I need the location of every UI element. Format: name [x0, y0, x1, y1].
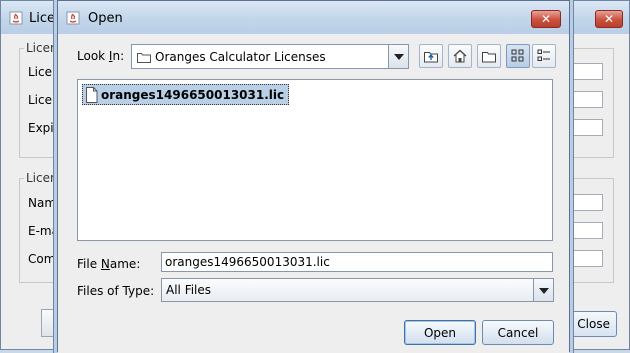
company-label: Company: [28, 252, 60, 266]
file-list[interactable]: oranges1496650013031.lic: [77, 79, 553, 241]
license-field-1[interactable]: [573, 63, 603, 80]
company-field[interactable]: [573, 250, 603, 267]
up-one-level-icon: [424, 52, 438, 63]
open-button[interactable]: Open: [404, 320, 476, 345]
open-dialog-body: Look In: Oranges Calculator Licenses ora…: [58, 34, 569, 353]
list-view-button[interactable]: [506, 44, 530, 68]
license-label-2: License: [28, 93, 60, 107]
java-app-icon: [66, 11, 80, 28]
files-of-type-label: Files of Type:: [77, 284, 155, 298]
file-name-input[interactable]: [161, 252, 553, 272]
email-field[interactable]: [573, 222, 603, 239]
details-view-icon: [537, 49, 550, 61]
expiration-label: Expiration: [28, 121, 60, 135]
home-icon: [453, 49, 467, 63]
email-label: E-mail: [28, 224, 60, 238]
file-name-label: File Name:: [77, 257, 141, 271]
look-in-dropdown[interactable]: Oranges Calculator Licenses: [131, 44, 409, 69]
open-dialog-titlebar[interactable]: Open ✕: [58, 1, 569, 34]
details-view-button[interactable]: [532, 44, 556, 68]
close-icon[interactable]: ✕: [531, 10, 561, 28]
name-field[interactable]: [573, 194, 603, 211]
file-icon: [85, 87, 98, 106]
look-in-value: Oranges Calculator Licenses: [155, 50, 326, 64]
list-view-icon: [511, 49, 524, 62]
background-window-close-button[interactable]: ✕: [595, 10, 623, 28]
license-label-1: License: [28, 65, 60, 79]
expiration-field[interactable]: [573, 119, 603, 136]
name-label: Name: [28, 196, 60, 210]
cancel-button[interactable]: Cancel: [482, 320, 554, 345]
list-item[interactable]: oranges1496650013031.lic: [82, 84, 290, 106]
java-app-icon: [9, 11, 23, 28]
close-button[interactable]: Close: [567, 311, 617, 337]
up-one-level-button[interactable]: [419, 44, 443, 68]
chevron-down-icon[interactable]: [533, 279, 553, 301]
home-button[interactable]: [448, 44, 472, 68]
files-of-type-dropdown[interactable]: All Files: [161, 278, 554, 302]
new-folder-button[interactable]: [477, 44, 501, 68]
background-window-title: License Manager: [29, 11, 57, 26]
file-item-name: oranges1496650013031.lic: [101, 88, 285, 102]
open-dialog-title: Open: [88, 11, 123, 26]
folder-icon: [137, 51, 151, 66]
license-group-title: License: [24, 41, 58, 55]
license-holder-group-title: License Holder: [24, 171, 58, 185]
look-in-label: Look In:: [77, 49, 125, 63]
files-of-type-value: All Files: [166, 283, 212, 297]
open-dialog: Open ✕ Look In: Oranges Calculator Licen…: [57, 0, 570, 353]
new-folder-icon: [482, 52, 496, 63]
license-field-2[interactable]: [573, 91, 603, 108]
chevron-down-icon[interactable]: [388, 45, 408, 68]
